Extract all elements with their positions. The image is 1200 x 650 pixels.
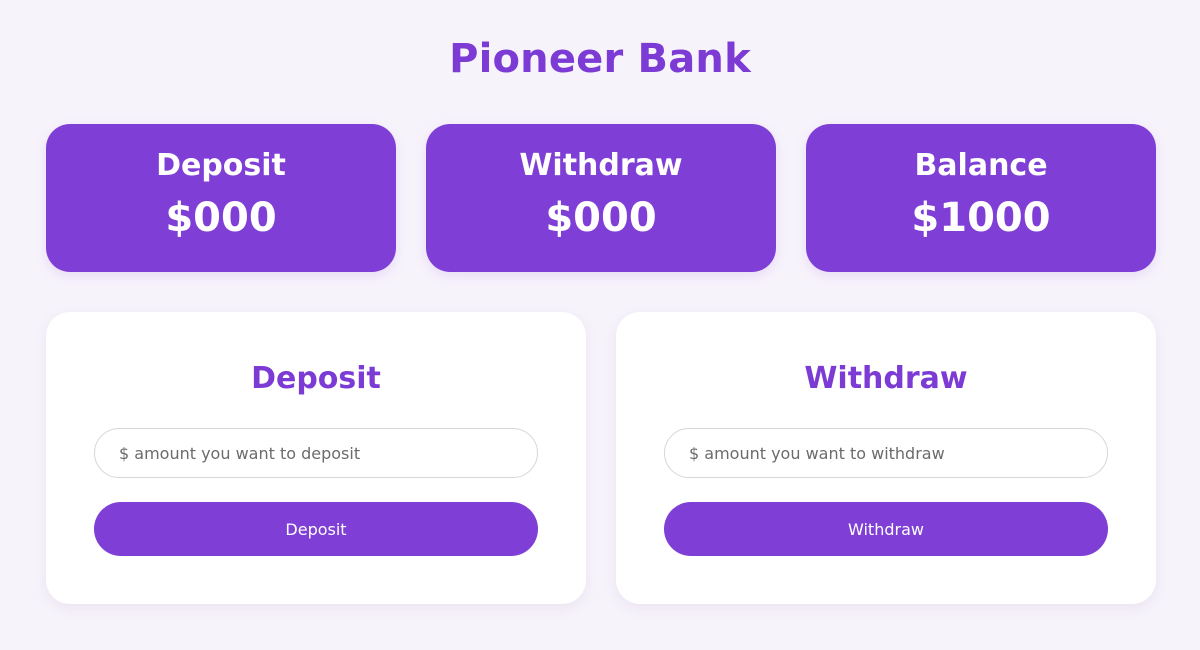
- withdraw-amount-input[interactable]: [664, 428, 1108, 478]
- withdraw-summary-card: Withdraw $000: [426, 124, 776, 272]
- withdraw-summary-label: Withdraw: [519, 148, 683, 183]
- transaction-panels: Deposit Deposit Withdraw Withdraw: [46, 312, 1156, 604]
- deposit-summary-label: Deposit: [156, 148, 286, 183]
- deposit-panel-title: Deposit: [251, 361, 381, 396]
- withdraw-panel: Withdraw Withdraw: [616, 312, 1156, 604]
- balance-summary-amount: $1000: [911, 195, 1051, 241]
- page-title: Pioneer Bank: [449, 36, 751, 82]
- balance-summary-card: Balance $1000: [806, 124, 1156, 272]
- summary-cards: Deposit $000 Withdraw $000 Balance $1000: [46, 124, 1156, 272]
- deposit-panel: Deposit Deposit: [46, 312, 586, 604]
- withdraw-summary-amount: $000: [545, 195, 657, 241]
- withdraw-button[interactable]: Withdraw: [664, 502, 1108, 556]
- balance-summary-label: Balance: [914, 148, 1048, 183]
- deposit-button[interactable]: Deposit: [94, 502, 538, 556]
- deposit-amount-input[interactable]: [94, 428, 538, 478]
- deposit-summary-amount: $000: [165, 195, 277, 241]
- withdraw-panel-title: Withdraw: [804, 361, 968, 396]
- deposit-summary-card: Deposit $000: [46, 124, 396, 272]
